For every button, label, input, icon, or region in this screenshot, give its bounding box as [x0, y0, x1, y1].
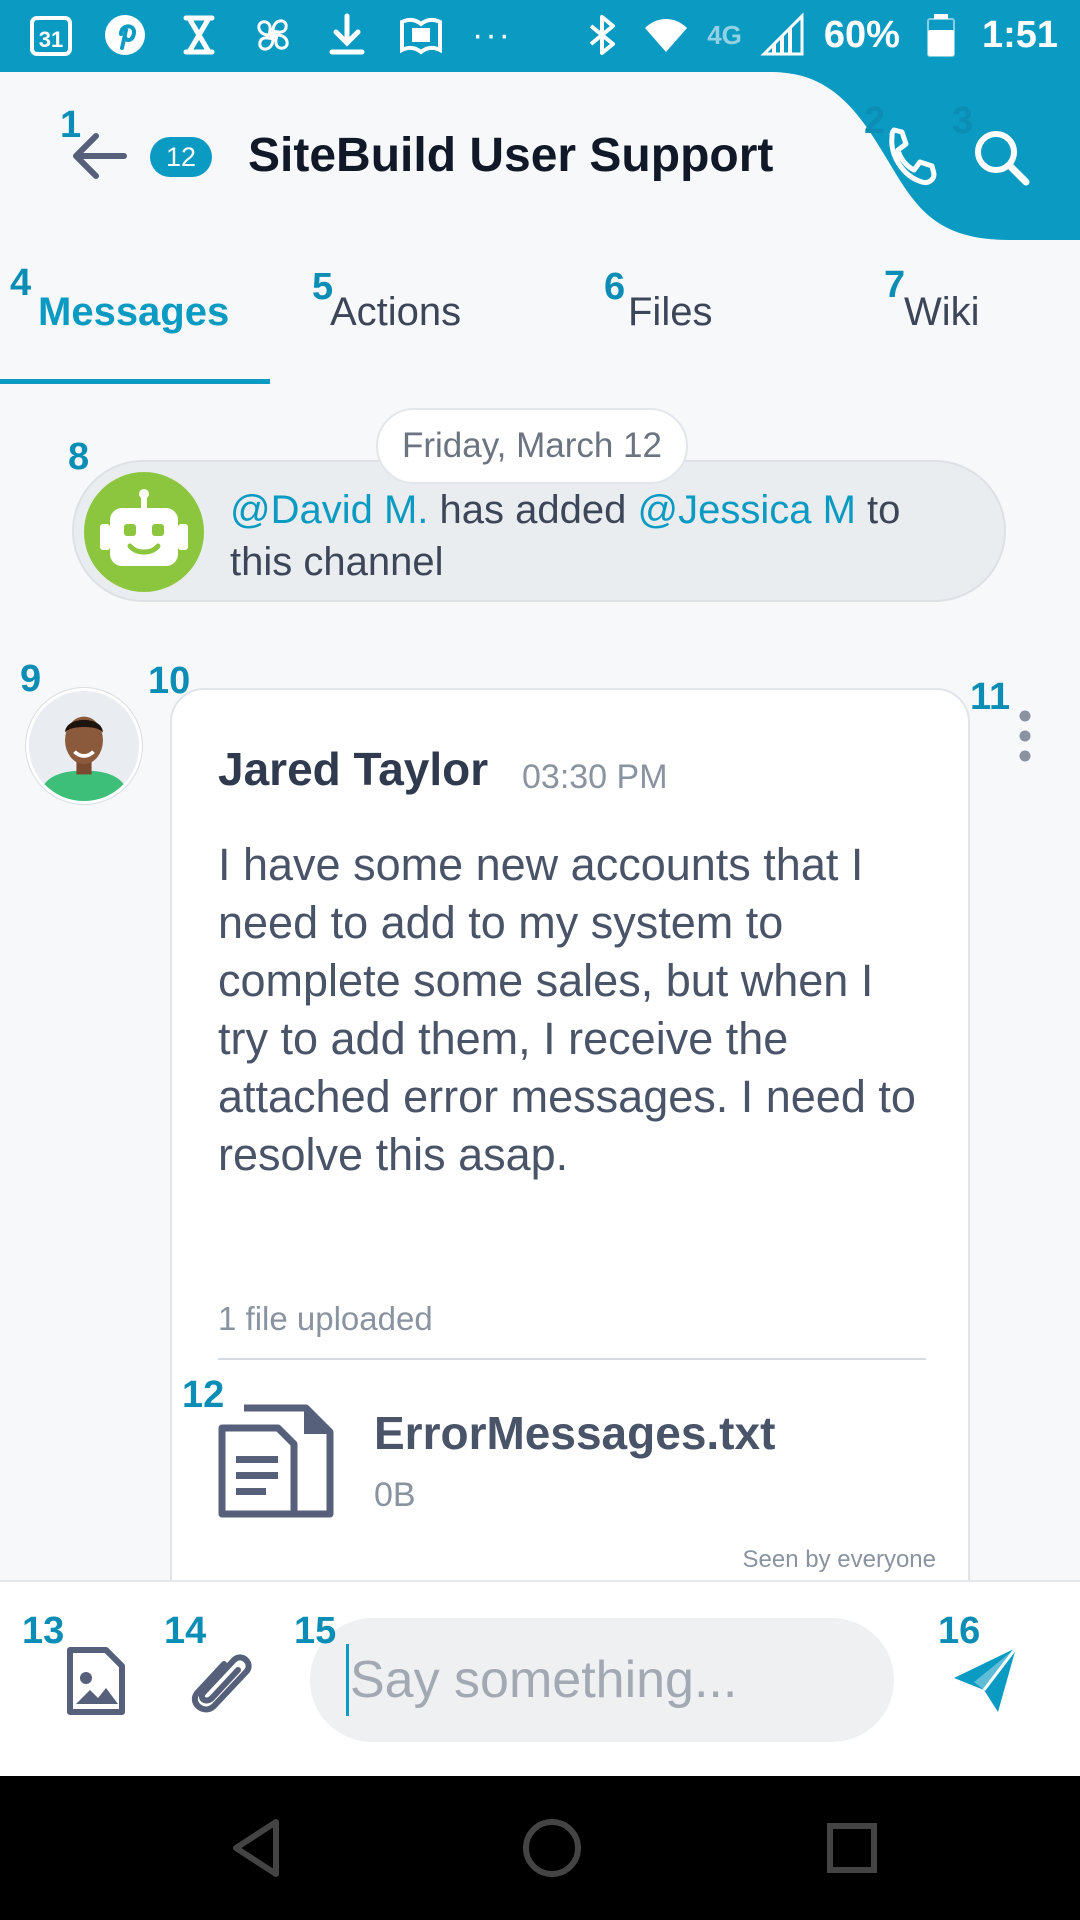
send-icon	[954, 1647, 1018, 1712]
status-bar: 31 ··· 4G 60% 1:51	[0, 0, 1080, 72]
tab-files[interactable]: Files	[628, 290, 712, 335]
image-upload-button[interactable]	[66, 1646, 126, 1716]
robot-icon	[100, 489, 188, 566]
battery-icon	[918, 12, 964, 58]
text-cursor	[346, 1644, 349, 1716]
annotation-14: 14	[164, 1610, 207, 1652]
annotation-3: 3	[952, 100, 974, 142]
more-notifications-icon: ···	[472, 15, 512, 54]
annotation-2: 2	[864, 100, 886, 142]
message-body: I have some new accounts that I need to …	[218, 839, 916, 1180]
network-type: 4G	[707, 19, 742, 50]
unread-count-badge: 12	[150, 137, 213, 177]
nav-back-button[interactable]	[226, 1816, 290, 1880]
uploads-label: 1 file uploaded	[218, 1300, 433, 1337]
message-card: Jared Taylor 03:30 PM I have some new ac…	[170, 688, 970, 1628]
system-message-verb: has added	[428, 488, 638, 532]
read-receipt: Seen by everyone	[742, 1546, 936, 1573]
channel-tabs: Messages Actions Files Wiki	[0, 240, 1080, 386]
channel-header: 12 SiteBuild User Support	[0, 72, 1080, 240]
triangle-back-icon	[233, 1819, 279, 1877]
avatar[interactable]	[26, 688, 142, 804]
pinwheel-icon	[250, 12, 296, 58]
system-message-text: @David M. has added @Jessica M to this c…	[230, 484, 970, 588]
annotation-1: 1	[60, 104, 82, 146]
sender-name[interactable]: Jared Taylor	[218, 742, 488, 796]
send-button[interactable]	[952, 1644, 1020, 1716]
annotation-15: 15	[294, 1610, 337, 1652]
circle-home-icon	[523, 1819, 581, 1877]
message-timestamp: 03:30 PM	[522, 758, 668, 796]
pinterest-icon	[102, 12, 148, 58]
tab-wiki[interactable]: Wiki	[904, 290, 980, 335]
clock: 1:51	[981, 13, 1058, 56]
download-icon	[324, 12, 370, 58]
bot-avatar	[84, 472, 204, 592]
annotation-5: 5	[312, 266, 334, 308]
date-divider: Friday, March 12	[376, 408, 688, 484]
annotation-10: 10	[148, 660, 191, 702]
notification-icons: 31 ···	[28, 12, 512, 58]
hourglass-icon	[176, 12, 222, 58]
image-file-icon	[67, 1647, 125, 1715]
wifi-icon	[643, 12, 689, 58]
amazon-kindle-icon	[398, 12, 444, 58]
annotation-6: 6	[604, 266, 626, 308]
annotation-13: 13	[22, 1610, 65, 1652]
mention-actor[interactable]: @David M.	[230, 488, 428, 532]
document-icon	[218, 1404, 334, 1518]
attachment-divider	[218, 1358, 926, 1360]
system-navigation-bar	[0, 1776, 1080, 1920]
system-status: 4G 60% 1:51	[579, 12, 1058, 58]
tab-messages[interactable]: Messages	[38, 290, 229, 335]
tab-actions[interactable]: Actions	[330, 290, 461, 335]
annotation-8: 8	[68, 436, 90, 478]
annotation-9: 9	[20, 658, 42, 700]
user-photo	[29, 691, 139, 801]
annotation-11: 11	[970, 676, 1011, 718]
annotation-4: 4	[10, 262, 32, 304]
annotation-12: 12	[182, 1374, 225, 1416]
nav-recents-button[interactable]	[820, 1816, 884, 1880]
file-size: 0B	[374, 1476, 416, 1514]
file-name[interactable]: ErrorMessages.txt	[374, 1406, 775, 1460]
calendar-icon: 31	[28, 12, 74, 58]
file-attachment-icon[interactable]	[218, 1402, 338, 1522]
message-input[interactable]	[310, 1618, 894, 1742]
paperclip-icon	[191, 1654, 252, 1713]
annotation-7: 7	[884, 264, 906, 306]
annotation-16: 16	[938, 1610, 981, 1652]
svg-text:31: 31	[39, 27, 63, 52]
nav-home-button[interactable]	[520, 1816, 584, 1880]
active-tab-indicator	[0, 379, 270, 384]
mention-target[interactable]: @Jessica M	[637, 488, 855, 532]
attach-file-button[interactable]	[186, 1640, 258, 1722]
battery-percent: 60%	[823, 13, 900, 56]
square-recents-icon	[827, 1823, 877, 1873]
bluetooth-icon	[579, 12, 625, 58]
message-composer	[0, 1580, 1080, 1776]
channel-title: SiteBuild User Support	[248, 129, 774, 182]
signal-icon	[760, 12, 806, 58]
